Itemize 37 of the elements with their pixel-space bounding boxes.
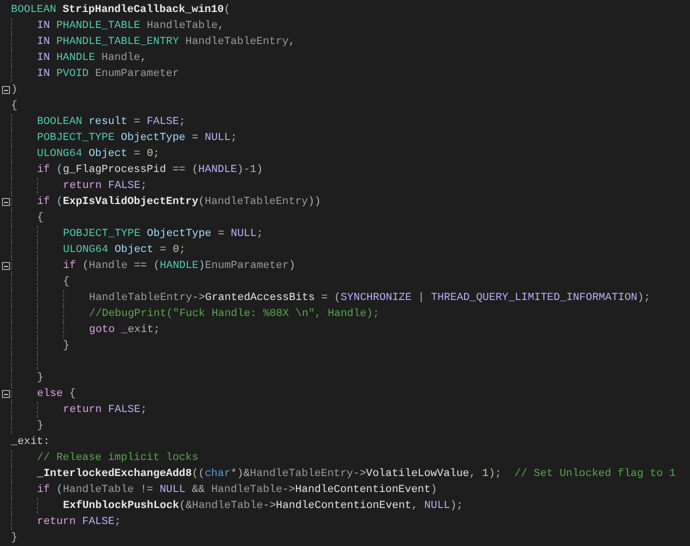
collapse-icon[interactable] [2, 86, 10, 94]
code-line: } [37, 371, 44, 386]
code-line: BOOLEAN result = FALSE; [37, 115, 186, 130]
code-line: POBJECT_TYPE ObjectType = NULL; [37, 131, 238, 146]
code-line: } [37, 419, 44, 434]
code-line: ExfUnblockPushLock(&HandleTable->HandleContentionEvent, NULL); [63, 499, 464, 514]
code-line: ) [11, 83, 18, 98]
code-line: if (ExpIsValidObjectEntry(HandleTableEntry)) [37, 195, 321, 210]
code-line: _exit: [11, 435, 50, 450]
code-line: IN PHANDLE_TABLE_ENTRY HandleTableEntry, [37, 35, 296, 50]
code-line: ULONG64 Object = 0; [37, 147, 160, 162]
code-line: ULONG64 Object = 0; [63, 243, 186, 258]
code-line: BOOLEAN StripHandleCallback_win10( [11, 3, 230, 18]
code-line: { [11, 99, 18, 114]
code-line: if (g_FlagProcessPid == (HANDLE)-1) [37, 163, 263, 178]
code-line: HandleTableEntry->GrantedAccessBits = (SYNCHRONIZE | THREAD_QUERY_LIMITED_INFORMATION); [89, 291, 650, 306]
code-line: POBJECT_TYPE ObjectType = NULL; [63, 227, 264, 242]
code-line: } [11, 531, 18, 546]
code-line: IN PHANDLE_TABLE HandleTable, [37, 19, 224, 34]
code-line: else { [37, 387, 76, 402]
code-line: IN PVOID EnumParameter [37, 67, 179, 82]
collapse-icon[interactable] [2, 198, 10, 206]
code-line: goto _exit; [89, 323, 160, 338]
collapse-icon[interactable] [2, 390, 10, 398]
code-line: //DebugPrint("Fuck Handle: %08X \n", Handle); [89, 307, 380, 322]
code-line: } [63, 339, 70, 354]
collapse-icon[interactable] [2, 262, 10, 270]
code-line: return FALSE; [63, 179, 147, 194]
code-line: return FALSE; [63, 403, 147, 418]
code-line: { [63, 275, 70, 290]
code-line: if (HandleTable != NULL && HandleTable->HandleContentionEvent) [37, 483, 438, 498]
code-line: _InterlockedExchangeAdd8((char*)&HandleTableEntry->VolatileLowValue, 1); // Set Unlocked flag to 1 [37, 467, 676, 482]
code-line: if (Handle == (HANDLE)EnumParameter) [63, 259, 296, 274]
code-line: IN HANDLE Handle, [37, 51, 147, 66]
code-line: { [37, 211, 44, 226]
code-line: // Release implicit locks [37, 451, 198, 466]
code-line: return FALSE; [37, 515, 121, 530]
